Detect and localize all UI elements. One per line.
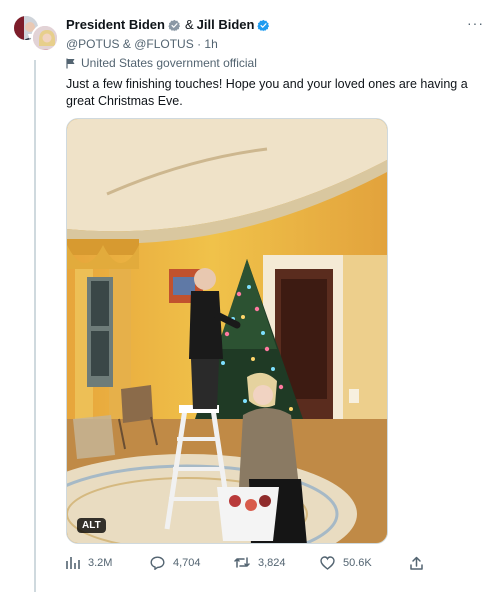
author-avatars[interactable] (12, 14, 62, 58)
tweet-header: President Biden & Jill Biden @POTUS & @F… (66, 15, 484, 57)
like-button[interactable]: 50.6K (320, 556, 372, 570)
reply-button[interactable]: 4,704 (150, 556, 201, 570)
tweet-text: Just a few finishing touches! Hope you a… (66, 77, 468, 108)
flag-icon (66, 58, 75, 68)
alt-badge[interactable]: ALT (77, 518, 106, 533)
account-label: United States government official (66, 56, 257, 70)
views-count: 3.2M (88, 556, 113, 569)
retweet-button[interactable]: 3,824 (234, 556, 286, 569)
views-button[interactable]: 3.2M (66, 556, 112, 569)
photo-image (67, 119, 387, 543)
author-handles: @POTUS & @FLOTUS · 1h (66, 37, 484, 52)
share-button[interactable] (410, 556, 431, 570)
reply-icon (150, 556, 165, 570)
tweet-actions: 3.2M 4,704 3,824 50.6K (66, 556, 426, 576)
verified-badge-icon (257, 19, 270, 31)
avatar-first-lady[interactable] (31, 24, 59, 52)
author-name-primary[interactable]: President Biden (66, 17, 165, 33)
tweet-card[interactable]: President Biden & Jill Biden @POTUS & @F… (0, 0, 496, 595)
account-label-text: United States government official (81, 56, 257, 70)
views-icon (66, 557, 80, 569)
author-name-secondary[interactable]: Jill Biden (197, 17, 255, 33)
author-ampersand: & (184, 17, 194, 32)
more-icon[interactable]: ··· (467, 15, 484, 31)
like-icon (320, 556, 335, 570)
retweet-count: 3,824 (258, 556, 286, 569)
retweet-icon (234, 557, 250, 568)
verified-badge-icon (168, 19, 181, 31)
thread-line (34, 60, 36, 592)
timestamp[interactable]: · 1h (197, 37, 218, 51)
handles-text[interactable]: @POTUS & @FLOTUS (66, 37, 194, 51)
like-count: 50.6K (343, 557, 372, 569)
author-names: President Biden & Jill Biden (66, 17, 484, 33)
reply-count: 4,704 (173, 557, 201, 569)
tweet-photo[interactable]: ALT (66, 118, 388, 544)
share-icon (410, 556, 423, 570)
